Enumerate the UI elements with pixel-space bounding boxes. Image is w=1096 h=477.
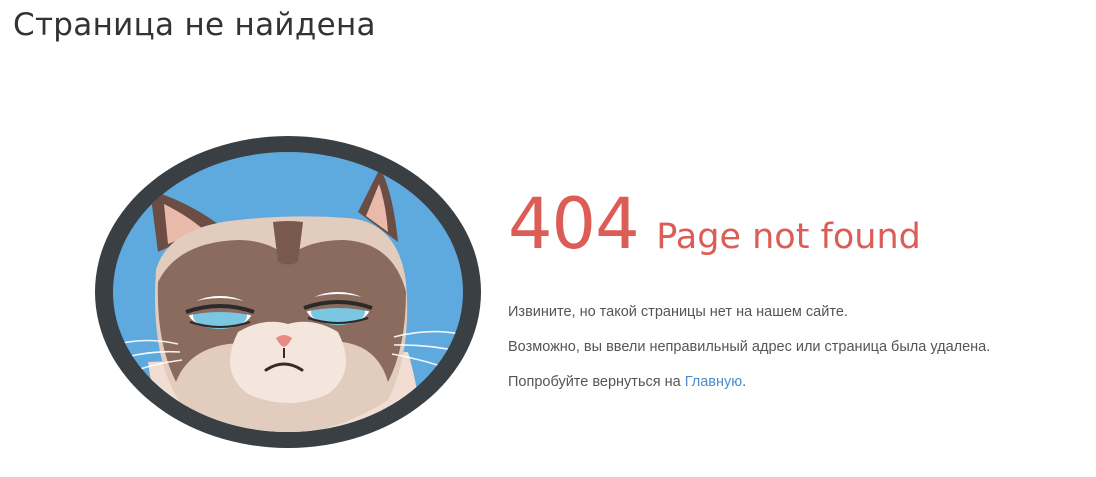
page-title: Страница не найдена [13,7,376,43]
apology-text: Извините, но такой страницы нет на нашем… [508,304,848,320]
error-page: Страница не найдена 404 Page not found И… [0,0,1096,477]
return-suggestion-text: Попробуйте вернуться на Главную. [508,372,746,392]
error-title: Page not found [656,217,921,257]
right-eye [303,292,373,325]
possible-reason-text: Возможно, вы ввели неправильный адрес ил… [508,339,991,355]
grumpy-cat-illustration [95,136,481,448]
error-code: 404 [508,183,640,265]
return-suggestion-suffix: . [742,374,747,390]
return-suggestion-prefix: Попробуйте вернуться на [508,374,685,390]
left-eye [185,296,255,329]
home-link[interactable]: Главную [685,374,742,390]
error-heading: 404 Page not found [508,178,1088,270]
error-message-block: 404 Page not found Извините, но такой ст… [508,178,1088,390]
